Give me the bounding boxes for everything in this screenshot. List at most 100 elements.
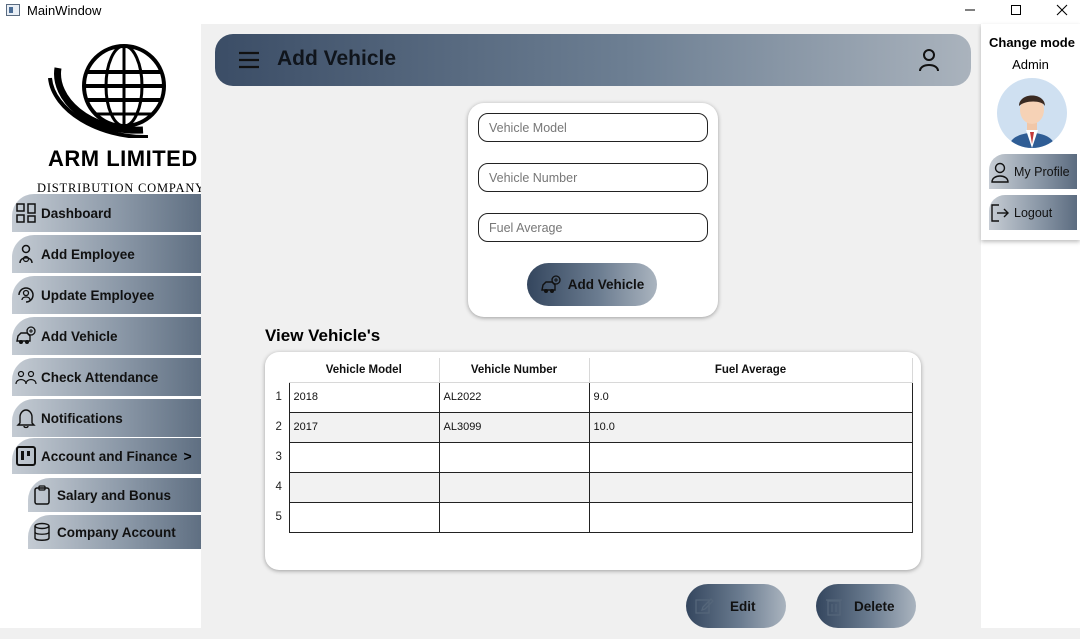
- sidebar-item-dashboard[interactable]: Dashboard: [12, 194, 201, 232]
- column-header[interactable]: Vehicle Model: [289, 358, 440, 383]
- profile-panel: Change mode Admin My Profile Logout: [981, 24, 1080, 240]
- vehicle-model-input[interactable]: [478, 113, 708, 142]
- add-vehicle-button[interactable]: Add Vehicle: [527, 263, 657, 306]
- maximize-icon: [1011, 5, 1021, 15]
- sidebar-item-update-employee[interactable]: Update Employee: [12, 276, 201, 314]
- cell-model[interactable]: [288, 441, 440, 473]
- row-number: 1: [275, 391, 282, 403]
- column-header[interactable]: Fuel Average: [589, 358, 913, 383]
- table-row[interactable]: 3: [269, 441, 913, 473]
- cell-model[interactable]: 2017: [288, 411, 440, 443]
- add-vehicle-icon: [540, 274, 561, 293]
- cell-fuel[interactable]: [588, 471, 913, 503]
- app-icon: [6, 4, 20, 16]
- attendance-icon: [15, 370, 37, 385]
- cell-number[interactable]: [438, 501, 590, 533]
- add-employee-icon: [19, 244, 33, 264]
- edit-icon: [695, 598, 714, 614]
- sidebar-item-account-finance[interactable]: Account and Finance >: [12, 438, 201, 474]
- sidebar-item-label: Add Vehicle: [41, 328, 118, 344]
- vehicle-table-card: Vehicle Model Vehicle Number Fuel Averag…: [265, 352, 921, 570]
- sidebar-item-label: Update Employee: [41, 287, 155, 303]
- add-vehicle-button-label: Add Vehicle: [567, 277, 645, 292]
- cell-number[interactable]: [438, 441, 590, 473]
- main-content: Add Vehicle Add Vehicle View Vehicle's V…: [201, 24, 981, 628]
- sidebar-item-salary-bonus[interactable]: Salary and Bonus: [28, 478, 201, 512]
- fuel-average-input[interactable]: [478, 213, 708, 242]
- edit-button[interactable]: Edit: [686, 584, 786, 628]
- globe-logo-icon: [48, 44, 166, 138]
- cell-model[interactable]: [288, 501, 440, 533]
- cell-model[interactable]: [288, 471, 440, 503]
- window-title: MainWindow: [27, 3, 102, 18]
- my-profile-label: My Profile: [1014, 164, 1070, 179]
- page-title: Add Vehicle: [277, 47, 397, 70]
- table-row[interactable]: 5: [269, 501, 913, 533]
- role-label: Admin: [1012, 57, 1049, 72]
- row-number: 2: [275, 421, 282, 433]
- clipboard-icon: [34, 485, 50, 505]
- avatar: [997, 78, 1067, 148]
- sidebar-item-label: Salary and Bonus: [57, 487, 172, 503]
- table-title: View Vehicle's: [265, 326, 381, 345]
- add-vehicle-icon: [16, 326, 36, 344]
- row-header-corner: [269, 358, 289, 382]
- brand-name: ARM LIMITED: [48, 146, 198, 171]
- vehicle-table: Vehicle Model Vehicle Number Fuel Averag…: [269, 358, 913, 533]
- chevron-right-icon: >: [183, 448, 192, 464]
- change-mode-label[interactable]: Change mode: [989, 35, 1075, 50]
- sidebar-item-company-account[interactable]: Company Account: [28, 515, 201, 549]
- cell-fuel[interactable]: 10.0: [588, 411, 913, 443]
- sidebar-item-label: Company Account: [57, 524, 176, 540]
- delete-button-label: Delete: [854, 598, 895, 614]
- sidebar: ARM LIMITED DISTRIBUTION COMPANY Dashboa…: [0, 24, 204, 628]
- table-row[interactable]: 1 2018 AL2022 9.0: [269, 381, 913, 413]
- sidebar-item-label: Notifications: [41, 410, 123, 426]
- sidebar-item-label: Account and Finance: [41, 448, 178, 464]
- delete-button[interactable]: Delete: [816, 584, 916, 628]
- sidebar-item-notifications[interactable]: Notifications: [12, 399, 201, 437]
- cell-fuel[interactable]: 9.0: [588, 381, 913, 413]
- table-row[interactable]: 2 2017 AL3099 10.0: [269, 411, 913, 443]
- page-header: Add Vehicle: [215, 34, 971, 86]
- window-bottom-edge: [0, 628, 1080, 639]
- company-logo: ARM LIMITED DISTRIBUTION COMPANY: [30, 38, 204, 195]
- sidebar-item-label: Dashboard: [41, 205, 112, 221]
- my-profile-button[interactable]: My Profile: [989, 154, 1077, 189]
- database-icon: [34, 522, 50, 541]
- minimize-icon: [965, 9, 975, 11]
- cell-number[interactable]: [438, 471, 590, 503]
- bell-icon: [16, 409, 36, 429]
- update-employee-icon: [18, 287, 34, 303]
- avatar-person-icon: [1009, 95, 1055, 148]
- cell-model[interactable]: 2018: [288, 381, 440, 413]
- close-icon: [1056, 4, 1068, 16]
- finance-icon: [16, 446, 36, 466]
- logout-icon: [991, 203, 1009, 222]
- cell-number[interactable]: AL3099: [438, 411, 590, 443]
- edit-button-label: Edit: [730, 598, 756, 614]
- sidebar-item-add-vehicle[interactable]: Add Vehicle: [12, 317, 201, 355]
- cell-fuel[interactable]: [588, 501, 913, 533]
- hamburger-menu-icon[interactable]: [237, 49, 261, 71]
- logout-label: Logout: [1014, 205, 1053, 220]
- table-row[interactable]: 4: [269, 471, 913, 503]
- sidebar-item-check-attendance[interactable]: Check Attendance: [12, 358, 201, 396]
- row-number: 3: [275, 451, 282, 463]
- sidebar-item-add-employee[interactable]: Add Employee: [12, 235, 201, 273]
- close-button[interactable]: [1039, 0, 1080, 20]
- trash-icon: [826, 599, 842, 616]
- logout-button[interactable]: Logout: [989, 195, 1077, 230]
- column-header[interactable]: Vehicle Number: [439, 358, 590, 383]
- cell-fuel[interactable]: [588, 441, 913, 473]
- add-vehicle-form: Add Vehicle: [468, 103, 718, 317]
- row-number: 4: [275, 481, 282, 493]
- user-icon[interactable]: [917, 48, 941, 72]
- window-titlebar: MainWindow: [0, 0, 1080, 24]
- minimize-button[interactable]: [947, 0, 993, 20]
- maximize-button[interactable]: [993, 0, 1039, 20]
- cell-number[interactable]: AL2022: [438, 381, 590, 413]
- vehicle-number-input[interactable]: [478, 163, 708, 192]
- sidebar-item-label: Check Attendance: [41, 369, 159, 385]
- dashboard-icon: [16, 203, 36, 223]
